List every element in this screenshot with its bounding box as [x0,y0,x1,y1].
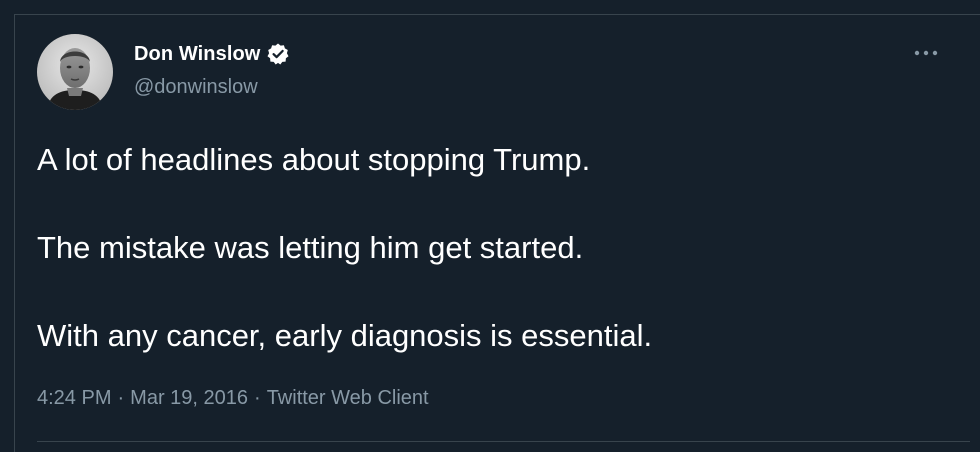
more-options-icon[interactable] [908,40,944,66]
author-display-name[interactable]: Don Winslow [134,43,260,66]
divider [37,441,970,442]
tweet-text-line: A lot of headlines about stopping Trump. [37,142,591,177]
tweet-time[interactable]: 4:24 PM [37,387,111,410]
tweet-date[interactable]: Mar 19, 2016 [130,387,248,410]
verified-badge-icon [266,42,290,66]
meta-separator: · [117,387,125,409]
meta-separator: · [254,387,261,409]
author-name-row[interactable]: Don Winslow [134,40,290,68]
avatar-photo [37,34,113,110]
avatar[interactable] [37,34,113,110]
tweet-text-line: The mistake was letting him get started. [37,230,584,265]
tweet-source[interactable]: Twitter Web Client [267,387,429,410]
tweet-metadata: 4:24 PM · Mar 19, 2016 · Twitter Web Client [37,387,429,410]
author-handle[interactable]: @donwinslow [134,76,258,99]
tweet-text-line: With any cancer, early diagnosis is esse… [37,318,653,353]
